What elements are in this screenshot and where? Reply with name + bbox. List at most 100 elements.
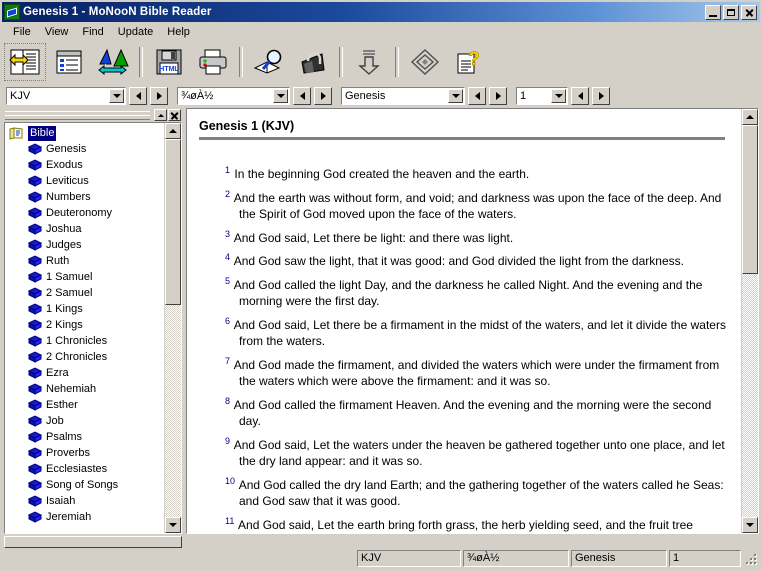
menu-view[interactable]: View — [38, 24, 76, 40]
print-button[interactable] — [192, 43, 234, 81]
tree-item-book[interactable]: Proverbs — [7, 445, 164, 461]
chapter-combo-value: 1 — [520, 90, 527, 102]
tree-item-book[interactable]: 2 Samuel — [7, 285, 164, 301]
tree-item-book[interactable]: Psalms — [7, 429, 164, 445]
tree-item-book[interactable]: Esther — [7, 397, 164, 413]
tree-item-book[interactable]: Nehemiah — [7, 381, 164, 397]
arrow-left-icon — [135, 92, 141, 100]
tree-item-book[interactable]: Leviticus — [7, 173, 164, 189]
chapter-combo[interactable]: 1 — [516, 87, 568, 105]
text-scroll-down-button[interactable] — [742, 517, 758, 533]
menu-update[interactable]: Update — [111, 24, 160, 40]
download-button[interactable] — [348, 43, 390, 81]
tree-hscroll-thumb[interactable] — [4, 535, 182, 548]
book-icon — [27, 142, 43, 156]
books-tree[interactable]: Bible Genesis Exodus Leviticus Numbers Deute… — [5, 123, 164, 533]
text-scroll-up-button[interactable] — [742, 109, 758, 125]
module-next-button[interactable] — [314, 87, 332, 105]
chapter-combo-arrow[interactable] — [551, 89, 566, 103]
chapter-next-button[interactable] — [592, 87, 610, 105]
tree-item-book[interactable]: Jeremiah — [7, 509, 164, 525]
module-combo[interactable]: ¾øÀ½ — [177, 87, 290, 105]
book-icon — [27, 446, 43, 460]
tree-item-book[interactable]: 1 Samuel — [7, 269, 164, 285]
module-combo-arrow[interactable] — [273, 89, 288, 103]
arrow-up-icon — [746, 115, 754, 119]
search-button[interactable] — [248, 43, 290, 81]
tree-item-book[interactable]: 2 Kings — [7, 317, 164, 333]
tree-horizontal-scrollbar[interactable] — [4, 535, 182, 548]
dock-rollup-button[interactable] — [154, 109, 167, 121]
tree-item-book[interactable]: Job — [7, 413, 164, 429]
font-size-button[interactable] — [92, 43, 134, 81]
menu-help[interactable]: Help — [160, 24, 197, 40]
scripture-text-pane: Genesis 1 (KJV) 1 In the beginning God c… — [186, 108, 759, 534]
tree-item-book[interactable]: Ecclesiastes — [7, 461, 164, 477]
help-button[interactable]: ? — [448, 43, 490, 81]
arrow-right-icon — [156, 92, 162, 100]
parallel-view-button[interactable] — [4, 43, 46, 81]
book-icon — [27, 382, 43, 396]
tree-scroll-track[interactable] — [165, 139, 181, 517]
tree-item-book[interactable]: Exodus — [7, 157, 164, 173]
tree-item-label: Jeremiah — [46, 510, 92, 523]
tree-item-book[interactable]: Numbers — [7, 189, 164, 205]
resize-grip[interactable] — [745, 552, 759, 566]
tree-scroll-thumb[interactable] — [165, 139, 181, 306]
book-prev-button[interactable] — [468, 87, 486, 105]
close-button[interactable] — [741, 4, 757, 20]
status-book: Genesis — [571, 550, 667, 567]
tree-root-bible[interactable]: Bible — [7, 124, 164, 142]
tree-vertical-scrollbar[interactable] — [164, 123, 181, 533]
tree-item-book[interactable]: Joshua — [7, 221, 164, 237]
toolbar-separator — [339, 47, 343, 77]
status-bar: KJV ¾øÀ½ Genesis 1 — [1, 548, 761, 570]
minimize-button[interactable] — [705, 4, 721, 20]
version-combo-arrow[interactable] — [109, 89, 124, 103]
menu-find[interactable]: Find — [75, 24, 110, 40]
tree-item-book[interactable]: Isaiah — [7, 493, 164, 509]
verse: 5 And God called the light Day, and the … — [225, 273, 729, 310]
save-html-button[interactable]: HTML — [148, 43, 190, 81]
tree-item-book[interactable]: Genesis — [7, 141, 164, 157]
tree-item-book[interactable]: Judges — [7, 237, 164, 253]
bookmark-button[interactable] — [292, 43, 334, 81]
dock-close-button[interactable] — [168, 109, 181, 121]
verse: 4 And God saw the light, that it was goo… — [225, 249, 729, 270]
menu-file[interactable]: File — [6, 24, 38, 40]
text-scroll-track[interactable] — [742, 125, 758, 517]
tree-item-book[interactable]: 1 Chronicles — [7, 333, 164, 349]
tree-item-book[interactable]: Ruth — [7, 253, 164, 269]
book-icon — [27, 286, 43, 300]
tree-scroll-down-button[interactable] — [165, 517, 181, 533]
tree-item-book[interactable]: Ezra — [7, 365, 164, 381]
text-scroll-thumb[interactable] — [742, 125, 758, 274]
book-next-button[interactable] — [489, 87, 507, 105]
version-combo[interactable]: KJV — [6, 87, 126, 105]
module-prev-button[interactable] — [293, 87, 311, 105]
tree-item-label: Psalms — [46, 430, 83, 443]
tree-scroll-up-button[interactable] — [165, 123, 181, 139]
font-size-icon — [97, 48, 129, 76]
version-next-button[interactable] — [150, 87, 168, 105]
tree-hscroll-track[interactable] — [4, 535, 182, 548]
maximize-button[interactable] — [723, 4, 739, 20]
tree-item-book[interactable]: 1 Kings — [7, 301, 164, 317]
scripture-text-body[interactable]: Genesis 1 (KJV) 1 In the beginning God c… — [187, 109, 741, 533]
tree-item-book[interactable]: Song of Songs — [7, 477, 164, 493]
list-view-button[interactable] — [48, 43, 90, 81]
tree-item-label: 1 Kings — [46, 302, 83, 315]
dock-grip[interactable] — [5, 110, 150, 120]
options-button[interactable] — [404, 43, 446, 81]
version-prev-button[interactable] — [129, 87, 147, 105]
book-combo-arrow[interactable] — [448, 89, 463, 103]
book-icon — [27, 222, 43, 236]
verse-text: And God said, Let there be light: and th… — [233, 230, 514, 245]
book-combo[interactable]: Genesis — [341, 87, 465, 105]
tree-item-book[interactable]: Deuteronomy — [7, 205, 164, 221]
book-icon — [27, 238, 43, 252]
chapter-prev-button[interactable] — [571, 87, 589, 105]
tree-item-book[interactable]: 2 Chronicles — [7, 349, 164, 365]
help-icon: ? — [455, 48, 483, 76]
text-vertical-scrollbar[interactable] — [741, 109, 758, 533]
